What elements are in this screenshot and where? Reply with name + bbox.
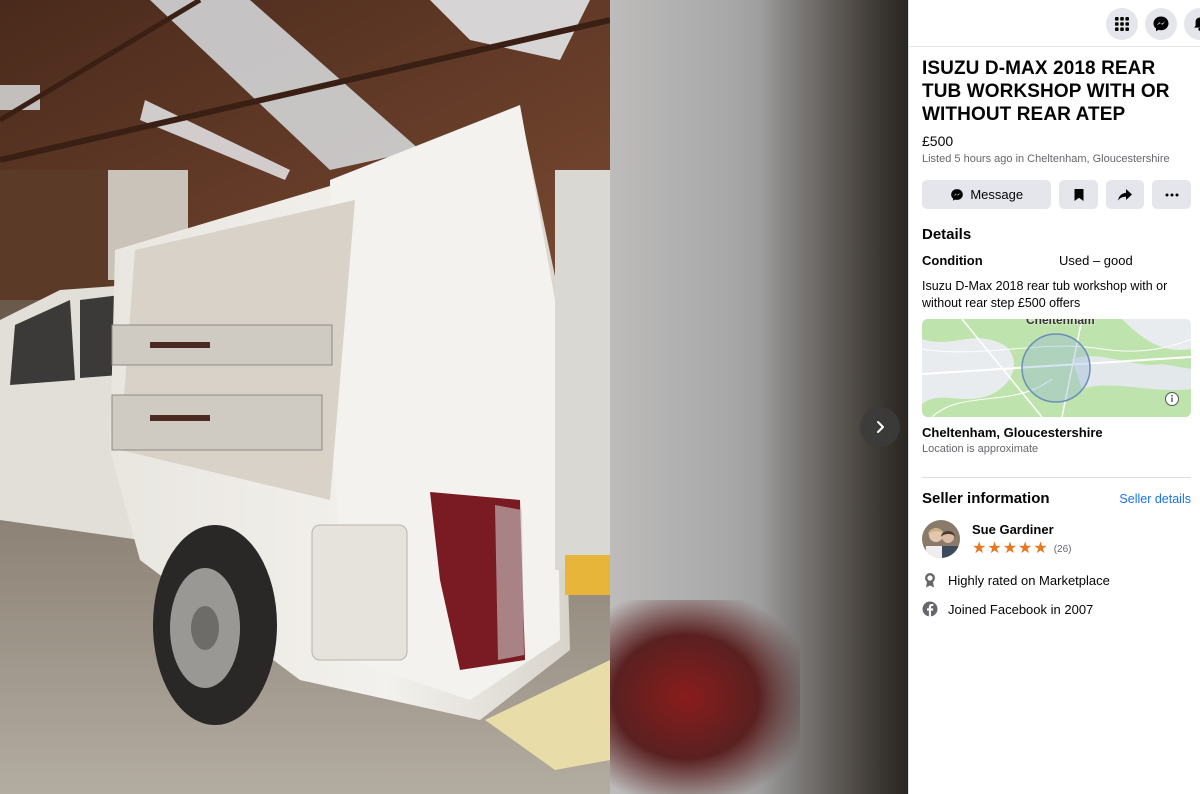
listing-price: £500 [922,133,954,149]
listing-photo[interactable] [0,0,610,794]
bookmark-icon [1074,188,1084,201]
notifications-button[interactable] [1184,8,1200,40]
star-icon: ★ [1002,540,1018,557]
star-icon: ★ [972,540,987,557]
condition-row: Condition Used – good [922,253,1191,268]
next-photo-button[interactable] [860,407,900,447]
share-button[interactable] [1105,180,1145,209]
media-viewer [0,0,908,794]
condition-label: Condition [922,253,983,268]
share-icon [1118,188,1133,201]
listing-content: ISUZU D-MAX 2018 REAR TUB WORKSHOP WITH … [922,47,1192,617]
seller-rating[interactable]: ★ ★ ★ ★ ★ (26) [972,541,1072,557]
listing-meta: Listed 5 hours ago in Cheltenham, Glouce… [922,153,1170,165]
rating-count: (26) [1053,543,1072,555]
location-name: Cheltenham, Gloucestershire [922,425,1103,440]
save-button[interactable] [1059,180,1098,209]
seller-fact-text: Highly rated on Marketplace [948,572,1110,588]
map-place-label: Cheltenham [1026,319,1095,327]
messenger-icon [951,188,964,201]
action-bar: Message [922,180,1192,209]
details-heading: Details [922,226,972,243]
map-illustration [922,319,1191,417]
listing-description: Isuzu D-Max 2018 rear tub workshop with … [922,279,1168,310]
star-icon: ★ [987,540,1002,557]
chevron-right-icon [877,421,884,433]
facebook-icon [922,601,938,617]
seller-fact-text: Joined Facebook in 2007 [948,601,1094,617]
message-button-label: Message [970,187,1024,202]
location-map[interactable]: Cheltenham [922,319,1191,417]
menu-grid-icon [1115,17,1129,31]
star-icon: ★ [1033,540,1048,557]
message-button[interactable]: Message [922,180,1052,209]
listing-panel: ISUZU D-MAX 2018 REAR TUB WORKSHOP WITH … [908,0,1200,794]
top-bar [909,0,1200,47]
seller-fact: Joined Facebook in 2007 [922,601,1191,617]
location-note: Location is approximate [922,443,1039,455]
menu-button[interactable] [1106,8,1138,40]
notifications-icon [1194,17,1200,31]
seller-heading: Seller information [922,490,1050,507]
map-info-icon[interactable] [1165,392,1179,406]
messenger-icon [1153,16,1169,32]
seller-info: Sue Gardiner ★ ★ ★ ★ ★ (26) [972,520,1072,558]
seller-details-link[interactable]: Seller details [1119,492,1191,506]
messenger-button[interactable] [1145,8,1177,40]
seller-name[interactable]: Sue Gardiner [972,522,1072,537]
more-options-icon [1165,193,1179,196]
more-options-button[interactable] [1152,180,1192,209]
section-divider [922,477,1191,478]
star-icon: ★ [1018,540,1033,557]
seller-facts: Highly rated on Marketplace Joined Faceb… [922,572,1191,617]
preview-shadow [760,0,908,794]
seller-avatar[interactable] [922,520,960,558]
condition-value: Used – good [1059,253,1133,268]
avatar-image [922,520,960,558]
seller-card: Sue Gardiner ★ ★ ★ ★ ★ (26) [922,520,1191,558]
badge-icon [925,573,935,588]
seller-header: Seller information Seller details [922,490,1191,507]
truck-photo-illustration [0,0,610,794]
seller-fact: Highly rated on Marketplace [922,572,1191,588]
listing-title: ISUZU D-MAX 2018 REAR TUB WORKSHOP WITH … [922,58,1170,125]
